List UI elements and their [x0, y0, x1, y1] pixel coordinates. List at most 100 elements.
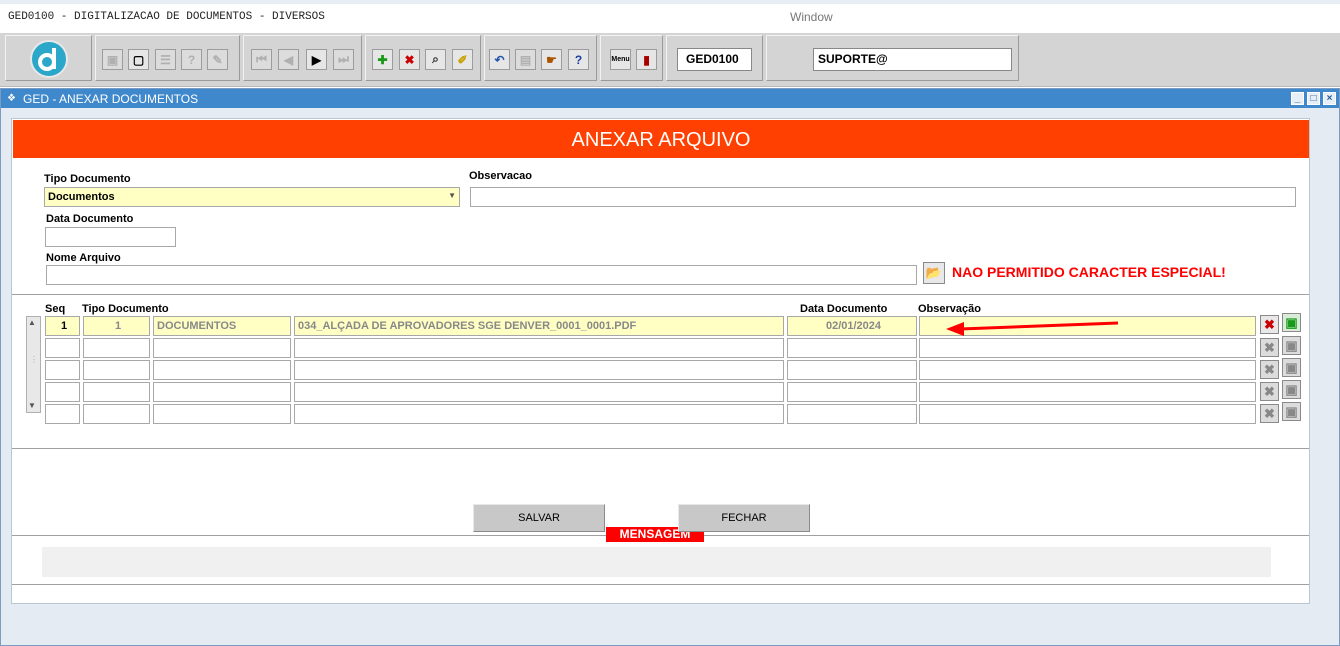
app-title: GED0100 - DIGITALIZACAO DE DOCUMENTOS - …: [8, 11, 325, 23]
nome-arquivo-input[interactable]: [46, 265, 917, 285]
window-icon[interactable]: ▢: [128, 49, 149, 70]
hand-icon[interactable]: ☛: [541, 49, 562, 70]
delete-row-icon[interactable]: ✖: [1260, 382, 1279, 401]
table-row-data[interactable]: [787, 404, 917, 424]
attach-row-icon[interactable]: ▣: [1282, 402, 1301, 421]
table-row-tipo-cod[interactable]: [83, 404, 150, 424]
table-row-tipo-desc[interactable]: DOCUMENTOS: [153, 316, 291, 336]
previous-record-icon[interactable]: ◀: [278, 49, 299, 70]
attach-row-icon[interactable]: ▣: [1282, 336, 1301, 355]
close-icon[interactable]: ×: [1323, 92, 1336, 105]
attach-row-icon[interactable]: ▣: [1282, 380, 1301, 399]
observacao-label: Observacao: [469, 170, 532, 182]
save-button[interactable]: SALVAR: [473, 504, 605, 532]
print-icon[interactable]: ☰: [155, 49, 176, 70]
navigation-group: ⏮ ◀ ▶ ⏭: [243, 35, 362, 81]
program-code: GED0100: [677, 48, 752, 71]
next-record-icon[interactable]: ▶: [306, 49, 327, 70]
help-query-icon[interactable]: ?: [181, 49, 202, 70]
table-row-tipo-desc[interactable]: [153, 404, 291, 424]
table-row-seq[interactable]: [45, 360, 80, 380]
table-row-arquivo[interactable]: 034_ALÇADA DE APROVADORES SGE DENVER_000…: [294, 316, 784, 336]
table-row-obs[interactable]: [919, 360, 1256, 380]
document-window: ❖ GED - ANEXAR DOCUMENTOS _ □ × ANEXAR A…: [0, 88, 1340, 646]
grid-scrollbar[interactable]: ▲ ⋮ ▼: [26, 316, 41, 413]
scroll-down-icon[interactable]: ▼: [28, 401, 36, 410]
col-header-obs: Observação: [918, 303, 981, 315]
table-row-arquivo[interactable]: [294, 360, 784, 380]
minimize-icon[interactable]: _: [1291, 92, 1304, 105]
chevron-down-icon: ▼: [448, 191, 456, 200]
menu-icon[interactable]: Menu: [610, 49, 631, 70]
attach-row-icon[interactable]: ▣: [1282, 313, 1301, 332]
first-record-icon[interactable]: ⏮: [251, 49, 272, 70]
table-row-obs[interactable]: [919, 404, 1256, 424]
table-row-tipo-cod[interactable]: [83, 338, 150, 358]
table-row-tipo-cod[interactable]: 1: [83, 316, 150, 336]
scroll-up-icon[interactable]: ▲: [28, 318, 36, 327]
open-folder-icon[interactable]: 📂: [923, 262, 945, 284]
table-row-data[interactable]: 02/01/2024: [787, 316, 917, 336]
nome-arquivo-label: Nome Arquivo: [46, 252, 121, 264]
table-row-seq[interactable]: [45, 404, 80, 424]
table-row-data[interactable]: [787, 338, 917, 358]
table-row-tipo-desc[interactable]: [153, 360, 291, 380]
attach-panel: ANEXAR ARQUIVO Tipo Documento Documentos…: [11, 118, 1310, 604]
clear-record-icon[interactable]: ✐: [452, 49, 473, 70]
table-row-data[interactable]: [787, 382, 917, 402]
delete-row-icon[interactable]: ✖: [1260, 338, 1279, 357]
table-row-obs[interactable]: [919, 338, 1256, 358]
table-row-tipo-desc[interactable]: [153, 382, 291, 402]
data-documento-label: Data Documento: [46, 213, 134, 225]
table-row-obs[interactable]: [919, 382, 1256, 402]
special-char-warning: NAO PERMITIDO CARACTER ESPECIAL!: [952, 264, 1226, 280]
logo-group: [5, 35, 92, 81]
table-row-seq[interactable]: [45, 338, 80, 358]
exit-door-icon[interactable]: ▮: [636, 49, 657, 70]
table-row-tipo-cod[interactable]: [83, 382, 150, 402]
col-header-seq: Seq: [45, 303, 66, 315]
table-row-tipo-cod[interactable]: [83, 360, 150, 380]
window-title: GED - ANEXAR DOCUMENTOS: [23, 92, 199, 106]
table-row-seq[interactable]: [45, 382, 80, 402]
arrow-annotation: [946, 321, 1119, 336]
window-menu[interactable]: Window: [790, 10, 833, 24]
record-group: ✚ ✖ ⌕ ✐: [365, 35, 481, 81]
query-record-icon[interactable]: ⌕: [425, 49, 446, 70]
last-record-icon[interactable]: ⏭: [333, 49, 354, 70]
table-row-arquivo[interactable]: [294, 382, 784, 402]
logo-d-icon: [30, 40, 68, 78]
delete-row-icon[interactable]: ✖: [1260, 315, 1279, 334]
close-button[interactable]: FECHAR: [678, 504, 810, 532]
tipo-documento-select[interactable]: Documentos ▼: [44, 187, 460, 207]
table-row-data[interactable]: [787, 360, 917, 380]
delete-record-icon[interactable]: ✖: [399, 49, 420, 70]
clipboard-icon[interactable]: ▤: [515, 49, 536, 70]
maximize-icon[interactable]: □: [1307, 92, 1320, 105]
edit-query-icon[interactable]: ✎: [207, 49, 228, 70]
table-row-arquivo[interactable]: [294, 338, 784, 358]
table-row-arquivo[interactable]: [294, 404, 784, 424]
data-documento-input[interactable]: [45, 227, 176, 247]
table-row-seq[interactable]: 1: [45, 316, 80, 336]
window-icon-small: ❖: [7, 93, 16, 104]
user-name: SUPORTE@: [813, 48, 1012, 71]
save-icon[interactable]: ▣: [102, 49, 123, 70]
menu-group: Menu ▮: [600, 35, 663, 81]
delete-row-icon[interactable]: ✖: [1260, 404, 1279, 423]
toolbar: ▣ ▢ ☰ ? ✎ ⏮ ◀ ▶ ⏭ ✚ ✖ ⌕ ✐ ↶ ▤ ☛ ? Menu ▮…: [0, 33, 1340, 87]
panel-header: ANEXAR ARQUIVO: [13, 120, 1309, 158]
program-group: GED0100: [666, 35, 763, 81]
user-group: SUPORTE@: [766, 35, 1019, 81]
table-row-tipo-desc[interactable]: [153, 338, 291, 358]
scroll-thumb[interactable]: ⋮: [30, 355, 38, 364]
undo-icon[interactable]: ↶: [489, 49, 510, 70]
help-icon[interactable]: ?: [568, 49, 589, 70]
tipo-documento-label: Tipo Documento: [44, 173, 131, 185]
window-title-bar: ❖ GED - ANEXAR DOCUMENTOS _ □ ×: [1, 89, 1339, 108]
observacao-input[interactable]: [470, 187, 1296, 207]
delete-row-icon[interactable]: ✖: [1260, 360, 1279, 379]
attach-row-icon[interactable]: ▣: [1282, 358, 1301, 377]
insert-record-icon[interactable]: ✚: [372, 49, 393, 70]
divider: [12, 448, 1309, 449]
